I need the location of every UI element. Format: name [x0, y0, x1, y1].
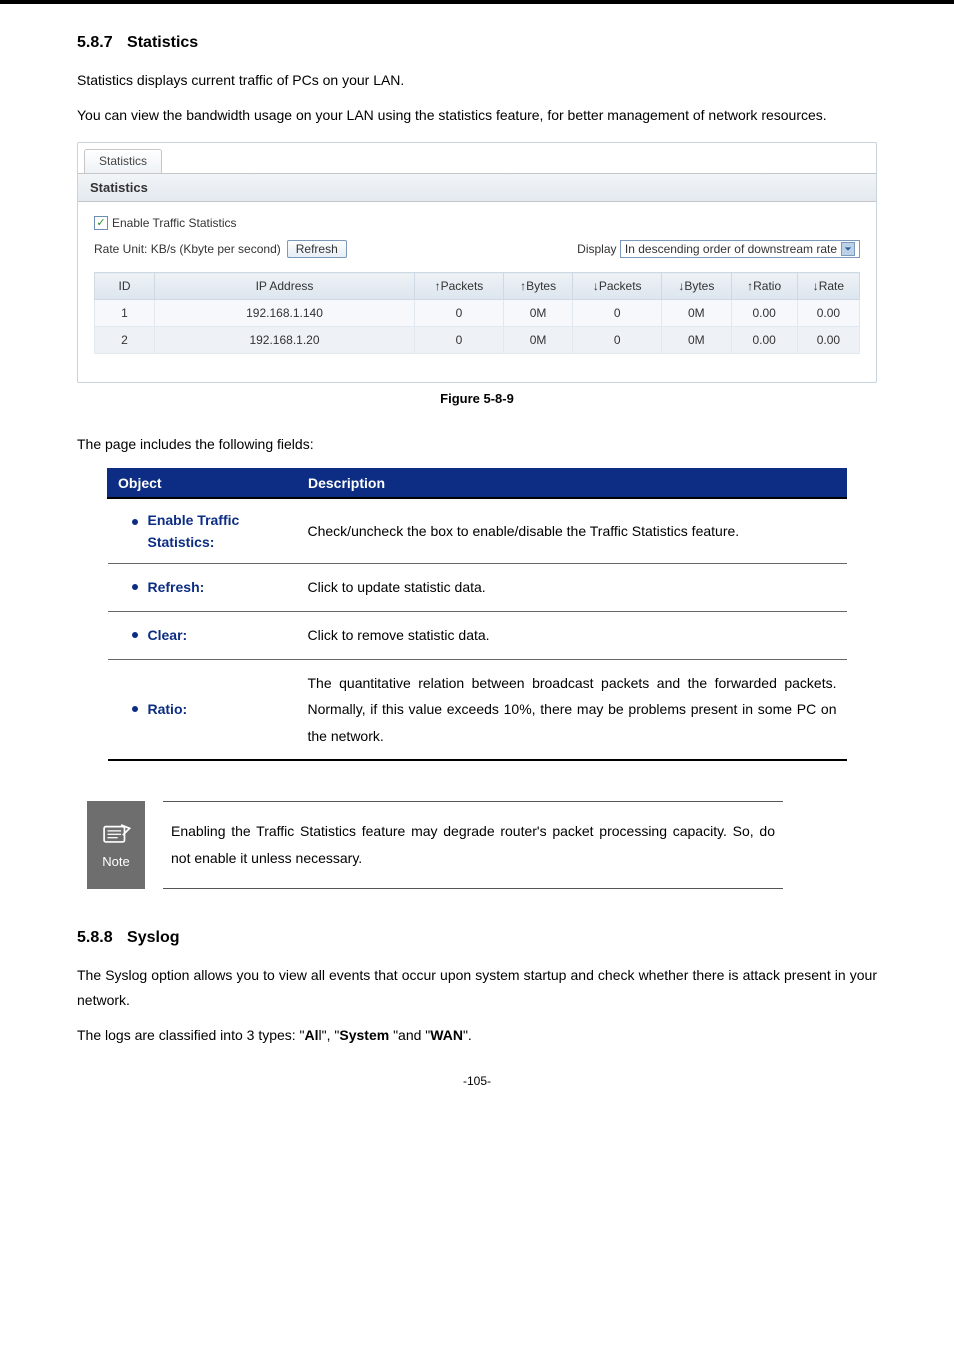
cell-id: 1	[95, 300, 155, 327]
text: ".	[463, 1027, 472, 1043]
cell-dn-rate: 0.00	[797, 327, 859, 354]
display-order-value: In descending order of downstream rate	[625, 242, 837, 256]
col-dn-bytes[interactable]: ↓Bytes	[662, 273, 731, 300]
note-box: Note Enabling the Traffic Statistics fea…	[87, 801, 867, 888]
text: l", "	[319, 1027, 340, 1043]
page-number: -105-	[77, 1074, 877, 1088]
table-row: 2 192.168.1.20 0 0M 0 0M 0.00 0.00	[95, 327, 860, 354]
cell-up-ratio: 0.00	[731, 327, 797, 354]
chevron-down-icon	[841, 242, 855, 256]
cell-up-pkts: 0	[415, 300, 504, 327]
table-row: Refresh: Click to update statistic data.	[108, 564, 847, 612]
display-order-select[interactable]: In descending order of downstream rate	[620, 240, 860, 258]
bullet-icon	[132, 519, 138, 525]
object-name: Refresh:	[148, 574, 205, 601]
display-label: Display	[577, 242, 616, 256]
figure-caption: Figure 5-8-9	[77, 391, 877, 406]
col-up-bytes[interactable]: ↑Bytes	[503, 273, 572, 300]
object-name: Statistics:	[148, 534, 215, 550]
text-bold: System	[339, 1027, 389, 1043]
table-row: Ratio: The quantitative relation between…	[108, 659, 847, 760]
col-up-ratio[interactable]: ↑Ratio	[731, 273, 797, 300]
cell-ip: 192.168.1.140	[155, 300, 415, 327]
object-name: Ratio:	[148, 696, 188, 723]
section-number: 5.8.7	[77, 34, 113, 51]
header-object: Object	[108, 468, 298, 498]
object-name: Enable Traffic	[148, 512, 240, 528]
cell-dn-bytes: 0M	[662, 300, 731, 327]
intro-paragraph-2: You can view the bandwidth usage on your…	[77, 103, 877, 128]
cell-id: 2	[95, 327, 155, 354]
section-heading-statistics: 5.8.7 Statistics	[77, 34, 877, 52]
section-title: Syslog	[127, 929, 179, 946]
rate-unit-label: Rate Unit: KB/s (Kbyte per second)	[94, 242, 281, 256]
cell-dn-pkts: 0	[573, 327, 662, 354]
object-desc: Check/uncheck the box to enable/disable …	[298, 498, 847, 564]
enable-traffic-checkbox[interactable]	[94, 216, 108, 230]
object-name: Clear:	[148, 622, 188, 649]
cell-up-ratio: 0.00	[731, 300, 797, 327]
note-label: Note	[102, 854, 129, 869]
bullet-icon	[132, 632, 138, 638]
col-id[interactable]: ID	[95, 273, 155, 300]
table-row: Clear: Click to remove statistic data.	[108, 611, 847, 659]
note-text: Enabling the Traffic Statistics feature …	[163, 801, 783, 888]
text-bold: Al	[305, 1027, 319, 1043]
intro-paragraph-1: Statistics displays current traffic of P…	[77, 68, 877, 93]
syslog-paragraph-2: The logs are classified into 3 types: "A…	[77, 1023, 877, 1048]
header-description: Description	[298, 468, 847, 498]
statistics-screenshot: Statistics Statistics Enable Traffic Sta…	[77, 142, 877, 383]
bullet-icon	[132, 706, 138, 712]
object-description-table: Object Description Enable Traffic Statis…	[107, 468, 847, 762]
col-up-packets[interactable]: ↑Packets	[415, 273, 504, 300]
cell-up-bytes: 0M	[503, 327, 572, 354]
cell-up-bytes: 0M	[503, 300, 572, 327]
table-row: Enable Traffic Statistics: Check/uncheck…	[108, 498, 847, 564]
col-ip[interactable]: IP Address	[155, 273, 415, 300]
fields-intro: The page includes the following fields:	[77, 432, 877, 457]
refresh-button[interactable]: Refresh	[287, 240, 347, 258]
cell-dn-rate: 0.00	[797, 300, 859, 327]
object-desc: The quantitative relation between broadc…	[298, 659, 847, 760]
col-dn-rate[interactable]: ↓Rate	[797, 273, 859, 300]
cell-ip: 192.168.1.20	[155, 327, 415, 354]
text: "and "	[389, 1027, 430, 1043]
cell-dn-bytes: 0M	[662, 327, 731, 354]
text-bold: WAN	[430, 1027, 463, 1043]
section-heading-syslog: 5.8.8 Syslog	[77, 929, 877, 947]
panel-title: Statistics	[78, 173, 876, 202]
section-title: Statistics	[127, 34, 198, 51]
text: The logs are classified into 3 types: "	[77, 1027, 305, 1043]
cell-up-pkts: 0	[415, 327, 504, 354]
syslog-paragraph-1: The Syslog option allows you to view all…	[77, 963, 877, 1013]
object-desc: Click to update statistic data.	[298, 564, 847, 612]
col-dn-packets[interactable]: ↓Packets	[573, 273, 662, 300]
table-row: 1 192.168.1.140 0 0M 0 0M 0.00 0.00	[95, 300, 860, 327]
section-number: 5.8.8	[77, 929, 113, 946]
top-divider	[0, 0, 954, 4]
statistics-table: ID IP Address ↑Packets ↑Bytes ↓Packets ↓…	[94, 272, 860, 354]
cell-dn-pkts: 0	[573, 300, 662, 327]
note-icon: Note	[87, 801, 145, 888]
object-desc: Click to remove statistic data.	[298, 611, 847, 659]
bullet-icon	[132, 584, 138, 590]
tab-statistics[interactable]: Statistics	[84, 149, 162, 173]
enable-traffic-label: Enable Traffic Statistics	[112, 216, 237, 230]
